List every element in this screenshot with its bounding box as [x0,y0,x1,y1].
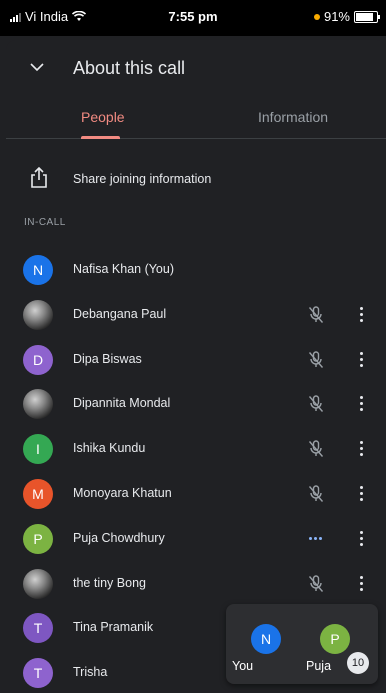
active-tab-indicator [81,136,120,139]
participant-row[interactable]: P Puja Chowdhury [6,519,386,559]
pip-tile[interactable]: N You P Puja 10 [226,604,378,684]
pip-you-avatar: N [251,624,281,654]
avatar: M [23,479,53,509]
mic-off-icon[interactable] [308,574,324,593]
more-options-icon[interactable] [358,306,364,324]
participant-name: Tina Pramanik [73,620,154,635]
participant-row[interactable]: Dipannita Mondal [6,384,386,424]
mic-off-icon[interactable] [308,306,324,324]
participant-name: Debangana Paul [73,306,167,321]
participant-name: Puja Chowdhury [73,530,165,545]
battery-percent: 91% [323,9,350,24]
share-label: Share joining information [73,172,212,186]
avatar: T [23,613,53,644]
participant-row[interactable]: D Dipa Biswas [6,340,386,380]
more-options-icon[interactable] [358,575,364,593]
battery-icon [354,10,380,23]
more-options-icon[interactable] [358,351,364,369]
battery-fill [356,12,374,21]
status-bar: Vi India 7:55 pm 91% [0,0,386,36]
more-options-icon[interactable] [358,530,364,548]
avatar: T [23,658,53,689]
more-options-icon[interactable] [358,440,364,458]
participant-name: Nafisa Khan (You) [73,262,174,276]
avatar: P [23,523,53,554]
section-label-in-call: IN-CALL [24,217,66,228]
share-joining-info-button[interactable]: Share joining information [6,165,386,195]
speaking-indicator-icon [309,536,322,540]
participant-row[interactable]: Debangana Paul [6,295,386,335]
tab-information[interactable]: Information [258,109,328,125]
participant-count-badge: 10 [347,652,369,674]
chevron-down-icon[interactable] [30,60,44,74]
avatar: N [23,255,53,285]
participant-row[interactable]: the tiny Bong [6,564,386,604]
participant-name: the tiny Bong [73,575,146,590]
participant-name: Dipa Biswas [73,351,142,366]
avatar [23,389,53,420]
sheet-header: About this call [6,40,386,98]
more-options-icon[interactable] [358,485,364,503]
page-title: About this call [73,58,186,78]
mic-off-icon[interactable] [308,485,324,503]
participant-row[interactable]: I Ishika Kundu [6,429,386,469]
participant-name: Ishika Kundu [73,441,146,456]
participant-row[interactable]: N Nafisa Khan (You) [6,250,386,290]
status-right: 91% [313,9,380,24]
participant-row[interactable]: M Monoyara Khatun [6,474,386,514]
share-icon [31,167,47,188]
tab-bar: People Information [6,98,386,139]
pip-other-avatar: P [320,624,350,654]
avatar [23,299,53,330]
avatar [23,568,53,599]
mic-off-icon[interactable] [308,395,324,413]
avatar: I [23,434,53,465]
tab-people[interactable]: People [81,109,125,125]
participant-name: Trisha [73,665,108,680]
mic-off-icon[interactable] [308,350,324,369]
avatar: D [23,344,53,375]
pip-you-label: You [232,659,254,673]
participant-name: Monoyara Khatun [73,486,172,500]
privacy-dot-icon [313,13,320,20]
pip-other-label: Puja [306,659,332,673]
about-call-sheet: About this call People Information Share… [6,40,386,691]
more-options-icon[interactable] [358,395,364,413]
participant-name: Dipannita Mondal [73,396,171,411]
mic-off-icon[interactable] [308,440,324,458]
